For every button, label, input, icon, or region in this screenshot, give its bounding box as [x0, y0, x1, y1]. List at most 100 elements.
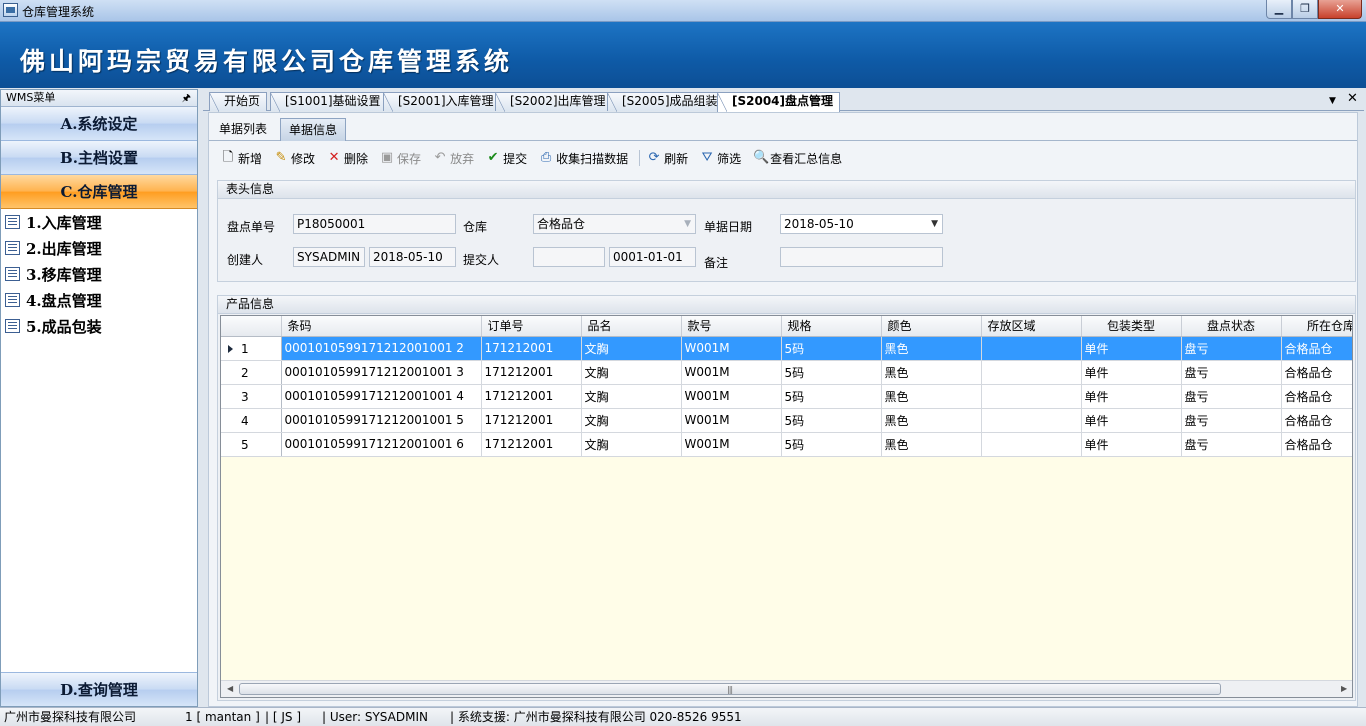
- table-cell[interactable]: [981, 408, 1082, 433]
- table-cell[interactable]: 合格品仓: [1281, 432, 1352, 457]
- table-cell[interactable]: W001M: [681, 408, 782, 433]
- close-tab-icon[interactable]: ✕: [1347, 91, 1358, 106]
- row-header[interactable]: 3: [221, 384, 282, 409]
- table-cell[interactable]: [981, 432, 1082, 457]
- creator-field[interactable]: SYSADMIN: [293, 247, 365, 267]
- table-cell[interactable]: 5码: [781, 408, 882, 433]
- save-button[interactable]: ▣ 保存: [376, 147, 425, 169]
- discard-button[interactable]: ↶ 放弃: [429, 147, 478, 169]
- nav-group-warehouse-management[interactable]: C.仓库管理: [1, 175, 197, 209]
- filter-button[interactable]: ⛛ 筛选: [696, 147, 745, 169]
- table-cell[interactable]: 盘亏: [1181, 384, 1282, 409]
- row-header[interactable]: 2: [221, 360, 282, 385]
- column-header[interactable]: 存放区域: [981, 316, 1082, 337]
- table-cell[interactable]: 单件: [1081, 360, 1182, 385]
- table-cell[interactable]: 合格品仓: [1281, 360, 1352, 385]
- table-cell[interactable]: 盘亏: [1181, 336, 1282, 361]
- table-cell[interactable]: 0001010599171212001001 5: [281, 408, 482, 433]
- create-date-field[interactable]: 2018-05-10: [369, 247, 456, 267]
- table-cell[interactable]: W001M: [681, 384, 782, 409]
- column-header[interactable]: 颜色: [881, 316, 982, 337]
- table-cell[interactable]: [981, 360, 1082, 385]
- sidebar-item-transfer[interactable]: 3.移库管理: [1, 261, 197, 287]
- edit-button[interactable]: ✎ 修改: [270, 147, 319, 169]
- tab-basic-settings[interactable]: [S1001]基础设置: [270, 92, 388, 112]
- close-button[interactable]: ✕: [1318, 0, 1362, 19]
- table-cell[interactable]: 171212001: [481, 360, 582, 385]
- view-summary-button[interactable]: 🔍 查看汇总信息: [749, 147, 846, 169]
- scrollbar-thumb[interactable]: |||: [239, 683, 1221, 695]
- table-cell[interactable]: 5码: [781, 384, 882, 409]
- table-cell[interactable]: 文胸: [581, 432, 682, 457]
- row-header[interactable]: 1: [221, 336, 282, 361]
- column-header[interactable]: 盘点状态: [1181, 316, 1282, 337]
- nav-group-system-settings[interactable]: A.系统设定: [1, 107, 197, 141]
- table-cell[interactable]: 文胸: [581, 408, 682, 433]
- tab-assembly[interactable]: [S2005]成品组装: [607, 92, 725, 112]
- doc-date-picker[interactable]: 2018-05-10 ▼: [780, 214, 943, 234]
- tab-list-dropdown-icon[interactable]: ▼: [1329, 96, 1336, 106]
- table-cell[interactable]: 5码: [781, 336, 882, 361]
- table-cell[interactable]: 黑色: [881, 432, 982, 457]
- sidebar-item-stocktake[interactable]: 4.盘点管理: [1, 287, 197, 313]
- sidebar-item-packaging[interactable]: 5.成品包装: [1, 313, 197, 339]
- submit-date-field[interactable]: 0001-01-01: [609, 247, 696, 267]
- collect-scan-button[interactable]: ⎙ 收集扫描数据: [535, 147, 632, 169]
- table-cell[interactable]: 5码: [781, 432, 882, 457]
- table-cell[interactable]: 文胸: [581, 384, 682, 409]
- column-header[interactable]: 品名: [581, 316, 682, 337]
- table-cell[interactable]: 合格品仓: [1281, 384, 1352, 409]
- table-cell[interactable]: 黑色: [881, 384, 982, 409]
- table-cell[interactable]: 黑色: [881, 360, 982, 385]
- table-cell[interactable]: 文胸: [581, 360, 682, 385]
- column-header[interactable]: 款号: [681, 316, 782, 337]
- table-cell[interactable]: 0001010599171212001001 2: [281, 336, 482, 361]
- table-cell[interactable]: 单件: [1081, 384, 1182, 409]
- pin-icon[interactable]: 🖈: [182, 91, 191, 107]
- table-row[interactable]: 2 0001010599171212001001 3 171212001 文胸 W001…: [221, 360, 1352, 385]
- warehouse-select[interactable]: 合格品仓 ▼: [533, 214, 696, 234]
- tab-start-page[interactable]: 开始页: [209, 92, 268, 112]
- delete-button[interactable]: ✕ 删除: [323, 147, 372, 169]
- column-header[interactable]: 包装类型: [1081, 316, 1182, 337]
- minimize-button[interactable]: ▁: [1266, 0, 1292, 19]
- table-row[interactable]: 1 0001010599171212001001 2 171212001 文胸 W001…: [221, 336, 1352, 361]
- table-cell[interactable]: 盘亏: [1181, 360, 1282, 385]
- refresh-button[interactable]: ⟳ 刷新: [643, 147, 692, 169]
- table-cell[interactable]: 黑色: [881, 336, 982, 361]
- tab-document-info[interactable]: 单据信息: [280, 118, 347, 141]
- doc-no-field[interactable]: P18050001: [293, 214, 456, 234]
- table-cell[interactable]: 171212001: [481, 408, 582, 433]
- table-cell[interactable]: [981, 384, 1082, 409]
- table-cell[interactable]: 文胸: [581, 336, 682, 361]
- table-cell[interactable]: W001M: [681, 360, 782, 385]
- table-row[interactable]: 5 0001010599171212001001 6 171212001 文胸 W001…: [221, 432, 1352, 457]
- table-cell[interactable]: 0001010599171212001001 6: [281, 432, 482, 457]
- table-cell[interactable]: [981, 336, 1082, 361]
- table-cell[interactable]: 0001010599171212001001 4: [281, 384, 482, 409]
- table-row[interactable]: 4 0001010599171212001001 5 171212001 文胸 W001…: [221, 408, 1352, 433]
- nav-group-master-settings[interactable]: B.主档设置: [1, 141, 197, 175]
- table-cell[interactable]: 合格品仓: [1281, 408, 1352, 433]
- sidebar-item-outbound[interactable]: 2.出库管理: [1, 235, 197, 261]
- sidebar-item-inbound[interactable]: 1.入库管理: [1, 209, 197, 235]
- column-header[interactable]: 条码: [281, 316, 482, 337]
- column-header[interactable]: 规格: [781, 316, 882, 337]
- table-cell[interactable]: 171212001: [481, 432, 582, 457]
- table-cell[interactable]: 171212001: [481, 384, 582, 409]
- tab-stocktake[interactable]: [S2004]盘点管理: [717, 92, 841, 112]
- column-header[interactable]: 所在仓库: [1281, 316, 1352, 337]
- add-button[interactable]: 🗋 新增: [217, 147, 266, 169]
- table-cell[interactable]: 5码: [781, 360, 882, 385]
- row-header[interactable]: 4: [221, 408, 282, 433]
- row-header[interactable]: 5: [221, 432, 282, 457]
- product-grid[interactable]: 条码 订单号 品名 款号 规格 颜色 存放区域 包装类型 盘点状态 所在仓库 1: [220, 315, 1353, 698]
- remark-field[interactable]: [780, 247, 943, 267]
- scroll-left-icon[interactable]: ◀: [227, 684, 233, 693]
- table-cell[interactable]: 0001010599171212001001 3: [281, 360, 482, 385]
- column-header[interactable]: 订单号: [481, 316, 582, 337]
- table-cell[interactable]: 单件: [1081, 432, 1182, 457]
- table-cell[interactable]: 171212001: [481, 336, 582, 361]
- table-cell[interactable]: 单件: [1081, 408, 1182, 433]
- tab-outbound[interactable]: [S2002]出库管理: [495, 92, 613, 112]
